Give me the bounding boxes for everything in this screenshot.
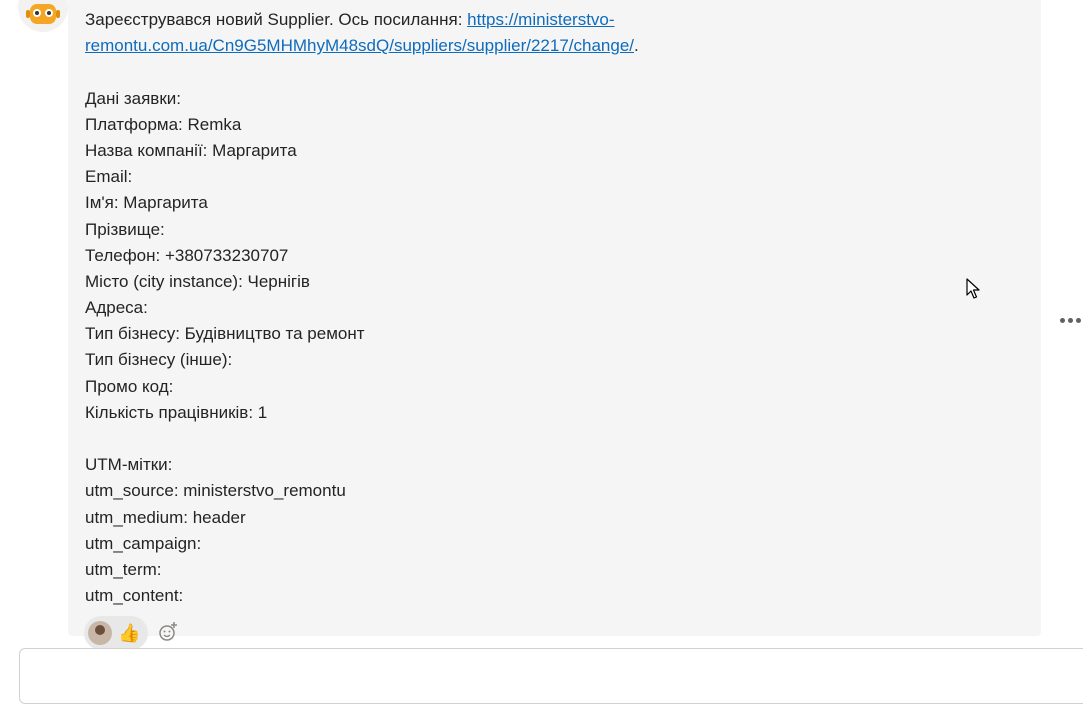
chat-window: Зареєструвався новий Supplier. Ось посил… <box>0 0 1083 706</box>
field-email: Email: <box>85 167 133 187</box>
utm-content: utm_content: <box>85 586 184 606</box>
field-business-type-other: Тип бізнесу (інше): <box>85 350 233 370</box>
field-promo-code: Промо код: <box>85 376 174 396</box>
field-platform: Платформа: Remka <box>85 114 242 134</box>
message-intro-line: Зареєструвався новий Supplier. Ось посил… <box>85 7 985 33</box>
message-body: Зареєструвався новий Supplier. Ось посил… <box>85 7 985 609</box>
utm-campaign: utm_campaign: <box>85 533 202 553</box>
supplier-link-part2[interactable]: remontu.com.ua/Cn9G5MHMhyM48sdQ/supplier… <box>85 36 634 55</box>
field-first-name: Ім'я: Маргарита <box>85 193 208 213</box>
field-company-name: Назва компанії: Маргарита <box>85 140 297 160</box>
thumbs-up-icon: 👍 <box>118 622 141 643</box>
mouse-cursor-icon <box>966 278 982 300</box>
utm-term: utm_term: <box>85 559 162 579</box>
robot-icon[interactable] <box>18 0 68 32</box>
dot <box>1075 317 1081 323</box>
utm-medium: utm_medium: header <box>85 507 246 527</box>
field-employee-count: Кількість працівників: 1 <box>85 402 268 422</box>
reaction-thumbs-up[interactable]: 👍 <box>84 616 149 650</box>
message-intro: Зареєструвався новий Supplier. Ось посил… <box>85 10 468 29</box>
field-address: Адреса: <box>85 298 148 318</box>
message-input[interactable] <box>20 649 1083 703</box>
supplier-link-part1[interactable]: https://ministerstvo- <box>467 10 614 29</box>
dot <box>1067 317 1073 323</box>
field-phone: Телефон: +380733230707 <box>85 245 289 265</box>
message-link-line: remontu.com.ua/Cn9G5MHMhyM48sdQ/supplier… <box>85 33 985 59</box>
utm-source: utm_source: ministerstvo_remontu <box>85 481 346 501</box>
avatar <box>88 621 112 645</box>
field-last-name: Прізвище: <box>85 219 165 239</box>
field-city: Місто (city instance): Чернігів <box>85 271 310 291</box>
compose-box[interactable] <box>19 648 1083 704</box>
details-header: Дані заявки: <box>85 88 181 108</box>
utm-header: UTM-мітки: <box>85 455 173 475</box>
link-suffix: . <box>634 36 639 56</box>
add-reaction-icon[interactable] <box>156 620 180 644</box>
field-business-type: Тип бізнесу: Будівництво та ремонт <box>85 324 365 344</box>
dot <box>1059 317 1065 323</box>
more-options-icon[interactable] <box>1056 306 1083 334</box>
